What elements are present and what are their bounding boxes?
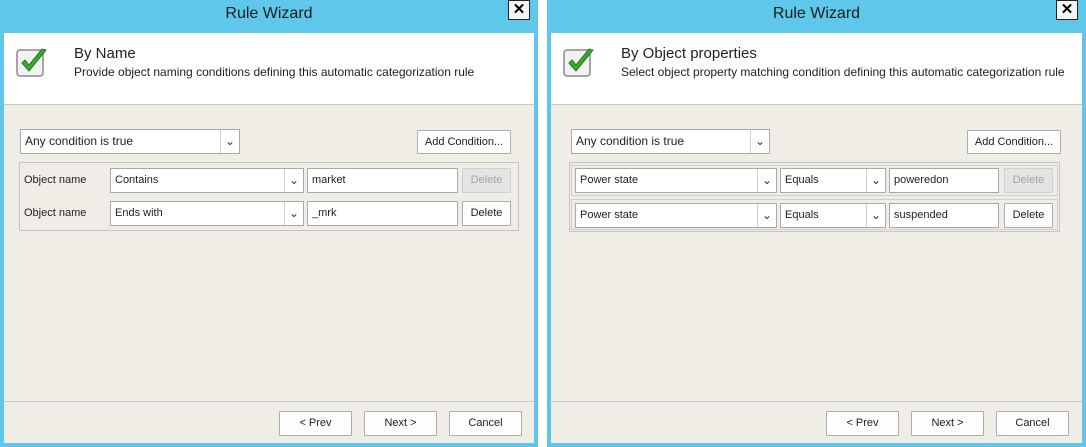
condition-mode-dropdown[interactable]: Any condition is true ⌄ xyxy=(20,129,240,154)
header-title: By Name xyxy=(74,45,136,62)
wizard-body: Any condition is true ⌄ Add Condition...… xyxy=(551,105,1082,443)
operator-dropdown[interactable]: Contains ⌄ xyxy=(110,168,304,193)
chevron-down-icon: ⌄ xyxy=(220,130,239,153)
chevron-down-icon: ⌄ xyxy=(757,204,776,227)
chevron-down-icon: ⌄ xyxy=(866,169,885,192)
next-button[interactable]: Next > xyxy=(364,411,437,436)
window-title: Rule Wizard xyxy=(772,5,861,22)
chevron-down-icon: ⌄ xyxy=(284,169,303,192)
operator-dropdown[interactable]: Equals ⌄ xyxy=(780,168,886,193)
checkmark-icon xyxy=(16,48,47,77)
value-input[interactable]: market xyxy=(307,168,458,193)
footer-divider xyxy=(4,401,534,402)
prev-button[interactable]: < Prev xyxy=(279,411,352,436)
wizard-header: By Object properties Select object prope… xyxy=(551,33,1082,105)
property-dropdown[interactable]: Power state ⌄ xyxy=(575,168,777,193)
prev-button[interactable]: < Prev xyxy=(826,411,899,436)
footer-divider xyxy=(551,401,1082,402)
header-description: Select object property matching conditio… xyxy=(621,65,1065,79)
cancel-button[interactable]: Cancel xyxy=(996,411,1069,436)
delete-button[interactable]: Delete xyxy=(462,168,511,193)
chevron-down-icon: ⌄ xyxy=(866,204,885,227)
add-condition-button[interactable]: Add Condition... xyxy=(417,130,511,154)
window-title: Rule Wizard xyxy=(225,5,313,22)
property-dropdown[interactable]: Power state ⌄ xyxy=(575,203,777,228)
rule-wizard-window-by-name: Rule Wizard ✕ By Name Provide object nam… xyxy=(0,0,538,447)
condition-mode-dropdown[interactable]: Any condition is true ⌄ xyxy=(571,129,770,154)
close-icon[interactable]: ✕ xyxy=(508,0,530,20)
conditions-panel: Object name Contains ⌄ market Delete Obj… xyxy=(19,162,519,231)
header-description: Provide object naming conditions definin… xyxy=(74,65,475,79)
row-field-label: Object name xyxy=(24,174,87,186)
next-button[interactable]: Next > xyxy=(911,411,984,436)
value-input[interactable]: suspended xyxy=(889,203,999,228)
checkmark-icon xyxy=(563,48,594,77)
add-condition-button[interactable]: Add Condition... xyxy=(967,130,1061,154)
value-input[interactable]: _mrk xyxy=(307,201,458,226)
operator-dropdown[interactable]: Equals ⌄ xyxy=(780,203,886,228)
conditions-panel: Power state ⌄ Equals ⌄ poweredon Delete … xyxy=(569,162,1060,232)
chevron-down-icon: ⌄ xyxy=(757,169,776,192)
chevron-down-icon: ⌄ xyxy=(284,202,303,225)
delete-button[interactable]: Delete xyxy=(462,201,511,226)
rule-wizard-window-by-object-properties: Rule Wizard ✕ By Object properties Selec… xyxy=(547,0,1086,447)
close-icon[interactable]: ✕ xyxy=(1056,0,1078,20)
operator-dropdown[interactable]: Ends with ⌄ xyxy=(110,201,304,226)
header-title: By Object properties xyxy=(621,45,757,62)
row-field-label: Object name xyxy=(24,207,87,219)
cancel-button[interactable]: Cancel xyxy=(449,411,522,436)
delete-button[interactable]: Delete xyxy=(1004,203,1053,228)
wizard-body: Any condition is true ⌄ Add Condition...… xyxy=(4,105,534,443)
value-input[interactable]: poweredon xyxy=(889,168,999,193)
chevron-down-icon: ⌄ xyxy=(750,130,769,153)
wizard-header: By Name Provide object naming conditions… xyxy=(4,33,534,105)
delete-button[interactable]: Delete xyxy=(1004,168,1053,193)
